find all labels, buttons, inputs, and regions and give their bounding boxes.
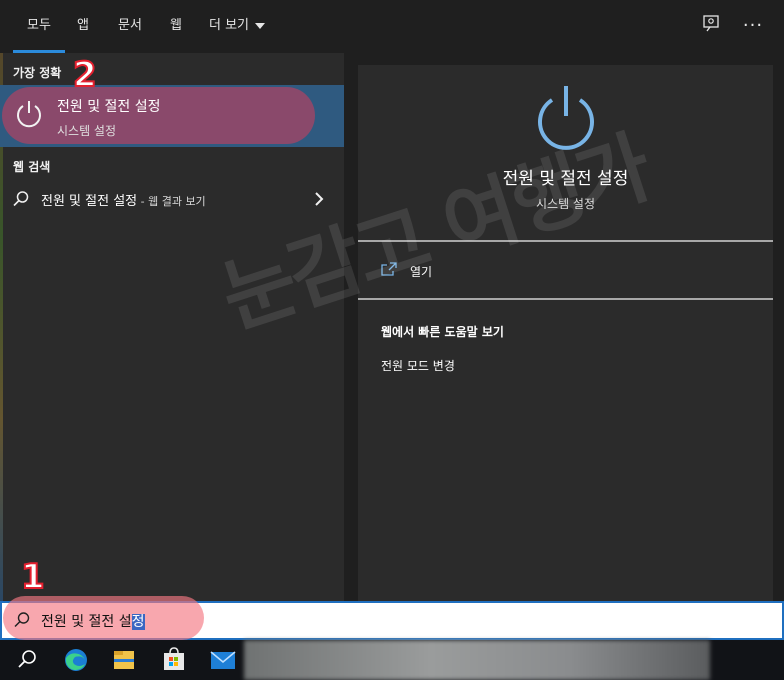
tab-web[interactable]: 웹	[170, 0, 182, 53]
tab-all[interactable]: 모두	[13, 0, 65, 53]
help-link-power-mode[interactable]: 전원 모드 변경	[381, 357, 455, 374]
web-search-heading: 웹 검색	[13, 160, 51, 174]
more-icon[interactable]: ···	[740, 14, 766, 38]
mail-icon[interactable]	[199, 640, 247, 680]
web-result-suffix: - 웹 결과 보기	[137, 195, 206, 208]
tab-more[interactable]: 더 보기	[209, 0, 266, 53]
taskbar-pinned-apps-blurred	[244, 640, 710, 680]
store-icon[interactable]	[150, 640, 198, 680]
web-result-query: 전원 및 절전 설정	[41, 194, 138, 209]
search-input[interactable]: 전원 및 절전 설정	[41, 611, 145, 631]
tab-more-label: 더 보기	[209, 18, 250, 33]
search-input-selection: 정	[131, 614, 145, 630]
best-match-title: 전원 및 절전 설정	[57, 99, 161, 115]
step-badge-2: 2	[72, 54, 98, 96]
web-result-text: 전원 및 절전 설정 - 웹 결과 보기	[41, 190, 206, 209]
power-icon	[17, 101, 41, 128]
feedback-icon[interactable]	[698, 14, 724, 38]
edge-icon[interactable]	[52, 640, 100, 680]
taskbar-search-icon[interactable]	[2, 640, 50, 680]
best-match-subtitle: 시스템 설정	[57, 124, 117, 138]
file-explorer-icon[interactable]	[100, 640, 148, 680]
tab-apps[interactable]: 앱	[77, 0, 89, 53]
divider	[358, 298, 773, 300]
best-match-heading: 가장 정확	[13, 66, 62, 80]
tab-documents[interactable]: 문서	[118, 0, 142, 53]
help-heading: 웹에서 빠른 도움말 보기	[381, 325, 504, 339]
search-input-text: 전원 및 절전 설	[41, 614, 132, 630]
search-icon	[13, 191, 29, 207]
step-badge-1: 1	[20, 556, 46, 598]
search-icon	[14, 612, 30, 628]
caret-down-icon	[255, 22, 266, 29]
